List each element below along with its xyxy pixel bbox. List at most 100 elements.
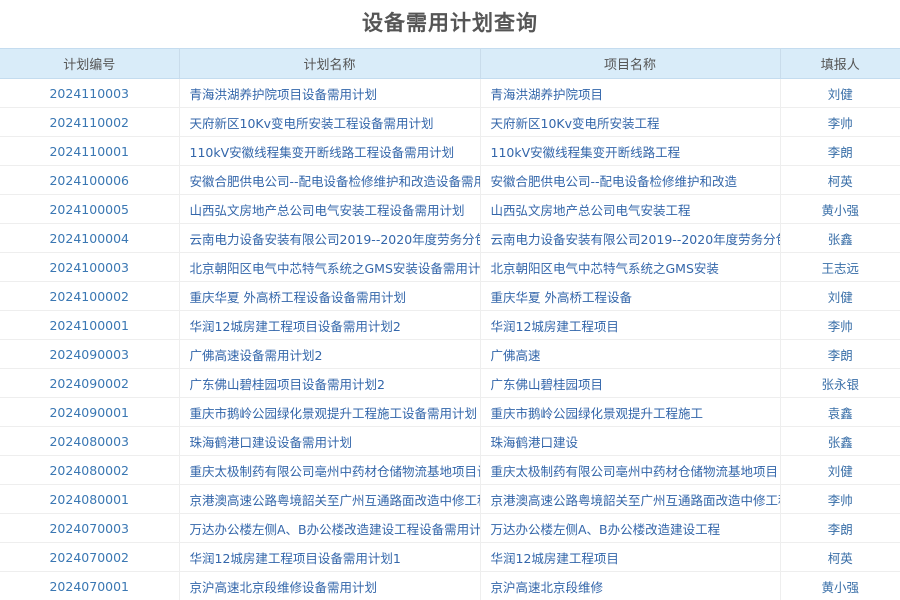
table-row[interactable]: 2024110001 110kV安徽线程集变开断线路工程设备需用计划 110kV安徽…	[0, 136, 900, 166]
reporter-cell[interactable]: 刘健	[780, 78, 900, 108]
plan-name-cell[interactable]: 重庆华夏 外高桥工程设备设备需用计划	[179, 281, 481, 311]
plan-code-cell[interactable]: 2024100005	[0, 194, 180, 224]
project-name-cell[interactable]: 天府新区10Kv变电所安装工程	[480, 107, 781, 137]
table-row[interactable]: 2024100005 山西弘文房地产总公司电气安装工程设备需用计划 山西弘文房地产总…	[0, 194, 900, 224]
plan-name-cell[interactable]: 山西弘文房地产总公司电气安装工程设备需用计划	[179, 194, 481, 224]
table-header-row: 计划编号 计划名称 项目名称 填报人	[0, 48, 900, 79]
table-row[interactable]: 2024110003 青海洪湖养护院项目设备需用计划 青海洪湖养护院项目 刘健	[0, 78, 900, 108]
plan-code-cell[interactable]: 2024090002	[0, 368, 180, 398]
plan-code-cell[interactable]: 2024110003	[0, 78, 180, 108]
plan-code-cell[interactable]: 2024100003	[0, 252, 180, 282]
project-name-cell[interactable]: 万达办公楼左侧A、B办公楼改造建设工程	[480, 513, 781, 543]
project-name-cell[interactable]: 重庆太极制药有限公司亳州中药材仓储物流基地项目	[480, 455, 781, 485]
project-name-cell[interactable]: 广佛高速	[480, 339, 781, 369]
project-name-cell[interactable]: 华润12城房建工程项目	[480, 542, 781, 572]
plan-code-cell[interactable]: 2024100006	[0, 165, 180, 195]
plan-name-cell[interactable]: 重庆太极制药有限公司亳州中药材仓储物流基地项目设备需用计划	[179, 455, 481, 485]
plan-name-cell[interactable]: 广佛高速设备需用计划2	[179, 339, 481, 369]
plan-code-cell[interactable]: 2024070002	[0, 542, 180, 572]
reporter-cell[interactable]: 张鑫	[780, 223, 900, 253]
reporter-cell[interactable]: 黄小强	[780, 571, 900, 600]
plan-name-cell[interactable]: 京港澳高速公路粤境韶关至广州互通路面改造中修工程设备需用计划	[179, 484, 481, 514]
plan-code-cell[interactable]: 2024110001	[0, 136, 180, 166]
plan-code-cell[interactable]: 2024100002	[0, 281, 180, 311]
project-name-cell[interactable]: 重庆华夏 外高桥工程设备	[480, 281, 781, 311]
plan-name-cell[interactable]: 110kV安徽线程集变开断线路工程设备需用计划	[179, 136, 481, 166]
project-name-cell[interactable]: 京沪高速北京段维修	[480, 571, 781, 600]
plan-code-cell[interactable]: 2024100001	[0, 310, 180, 340]
table-row[interactable]: 2024100006 安徽合肥供电公司--配电设备检修维护和改造设备需用计划 安徽合…	[0, 165, 900, 195]
plan-name-cell[interactable]: 青海洪湖养护院项目设备需用计划	[179, 78, 481, 108]
plan-name-cell[interactable]: 重庆市鹅岭公园绿化景观提升工程施工设备需用计划	[179, 397, 481, 427]
table-row[interactable]: 2024070003 万达办公楼左侧A、B办公楼改造建设工程设备需用计划 万达办公楼…	[0, 513, 900, 543]
table-row[interactable]: 2024100001 华润12城房建工程项目设备需用计划2 华润12城房建工程项目李…	[0, 310, 900, 340]
plan-name-cell[interactable]: 北京朝阳区电气中芯特气系统之GMS安装设备需用计划	[179, 252, 481, 282]
table-row[interactable]: 2024090002 广东佛山碧桂园项目设备需用计划2 广东佛山碧桂园项目 张永银	[0, 368, 900, 398]
project-name-cell[interactable]: 重庆市鹅岭公园绿化景观提升工程施工	[480, 397, 781, 427]
plan-name-cell[interactable]: 京沪高速北京段维修设备需用计划	[179, 571, 481, 600]
project-name-cell[interactable]: 广东佛山碧桂园项目	[480, 368, 781, 398]
column-header-plan-name[interactable]: 计划名称	[179, 48, 481, 79]
table-row[interactable]: 2024100004云南电力设备安装有限公司2019--2020年度劳务分包设备…	[0, 223, 900, 253]
table-row[interactable]: 2024090003 广佛高速设备需用计划2 广佛高速 李朗	[0, 339, 900, 369]
table-row[interactable]: 2024110002 天府新区10Kv变电所安装工程设备需用计划 天府新区10Kv变…	[0, 107, 900, 137]
project-name-cell[interactable]: 110kV安徽线程集变开断线路工程	[480, 136, 781, 166]
reporter-cell[interactable]: 刘健	[780, 455, 900, 485]
project-name-cell[interactable]: 珠海鹤港口建设	[480, 426, 781, 456]
plan-name-cell[interactable]: 珠海鹤港口建设设备需用计划	[179, 426, 481, 456]
table-body: 2024110003 青海洪湖养护院项目设备需用计划 青海洪湖养护院项目 刘健 2024…	[0, 78, 900, 600]
table-row[interactable]: 2024080003 珠海鹤港口建设设备需用计划 珠海鹤港口建设 张鑫	[0, 426, 900, 456]
plan-code-cell[interactable]: 2024080001	[0, 484, 180, 514]
plan-code-cell[interactable]: 2024070001	[0, 571, 180, 600]
plan-code-cell[interactable]: 2024080002	[0, 455, 180, 485]
plan-name-cell[interactable]: 万达办公楼左侧A、B办公楼改造建设工程设备需用计划	[179, 513, 481, 543]
project-name-cell[interactable]: 北京朝阳区电气中芯特气系统之GMS安装	[480, 252, 781, 282]
table-row[interactable]: 2024070002 华润12城房建工程项目设备需用计划1 华润12城房建工程项目柯…	[0, 542, 900, 572]
plan-code-cell[interactable]: 2024100004	[0, 223, 180, 253]
reporter-cell[interactable]: 袁鑫	[780, 397, 900, 427]
table-row[interactable]: 2024100002 重庆华夏 外高桥工程设备设备需用计划 重庆华夏 外高桥工程设备…	[0, 281, 900, 311]
plan-name-cell[interactable]: 华润12城房建工程项目设备需用计划1	[179, 542, 481, 572]
plan-table: 计划编号 计划名称 项目名称 填报人 2024110003 青海洪湖养护院项目设备…	[0, 48, 900, 600]
table-row[interactable]: 2024100003 北京朝阳区电气中芯特气系统之GMS安装设备需用计划 北京朝阳区…	[0, 252, 900, 282]
page-title: 设备需用计划查询	[362, 11, 538, 35]
project-name-cell[interactable]: 青海洪湖养护院项目	[480, 78, 781, 108]
project-name-cell[interactable]: 山西弘文房地产总公司电气安装工程	[480, 194, 781, 224]
column-header-project-name[interactable]: 项目名称	[480, 48, 781, 79]
plan-name-cell[interactable]: 广东佛山碧桂园项目设备需用计划2	[179, 368, 481, 398]
plan-name-cell[interactable]: 云南电力设备安装有限公司2019--2020年度劳务分包设备需用计划	[179, 223, 481, 253]
table-row[interactable]: 2024090001 重庆市鹅岭公园绿化景观提升工程施工设备需用计划 重庆市鹅岭公园…	[0, 397, 900, 427]
project-name-cell[interactable]: 云南电力设备安装有限公司2019--2020年度劳务分包	[480, 223, 781, 253]
reporter-cell[interactable]: 柯英	[780, 542, 900, 572]
reporter-cell[interactable]: 李朗	[780, 513, 900, 543]
reporter-cell[interactable]: 张永银	[780, 368, 900, 398]
table-header: 计划编号 计划名称 项目名称 填报人	[0, 48, 900, 79]
column-header-plan-code[interactable]: 计划编号	[0, 48, 180, 79]
reporter-cell[interactable]: 李帅	[780, 310, 900, 340]
plan-code-cell[interactable]: 2024080003	[0, 426, 180, 456]
project-name-cell[interactable]: 华润12城房建工程项目	[480, 310, 781, 340]
project-name-cell[interactable]: 安徽合肥供电公司--配电设备检修维护和改造	[480, 165, 781, 195]
table-row[interactable]: 2024080002重庆太极制药有限公司亳州中药材仓储物流基地项目设备需用计划重…	[0, 455, 900, 485]
column-header-reporter[interactable]: 填报人	[780, 48, 900, 79]
plan-code-cell[interactable]: 2024070003	[0, 513, 180, 543]
project-name-cell[interactable]: 京港澳高速公路粤境韶关至广州互通路面改造中修工程	[480, 484, 781, 514]
table-row[interactable]: 2024070001 京沪高速北京段维修设备需用计划 京沪高速北京段维修 黄小强	[0, 571, 900, 600]
plan-name-cell[interactable]: 天府新区10Kv变电所安装工程设备需用计划	[179, 107, 481, 137]
reporter-cell[interactable]: 李朗	[780, 339, 900, 369]
plan-name-cell[interactable]: 华润12城房建工程项目设备需用计划2	[179, 310, 481, 340]
page: 设备需用计划查询 计划编号 计划名称 项目名称 填报人 2024110003 青海…	[0, 0, 900, 600]
reporter-cell[interactable]: 张鑫	[780, 426, 900, 456]
plan-code-cell[interactable]: 2024090001	[0, 397, 180, 427]
plan-code-cell[interactable]: 2024090003	[0, 339, 180, 369]
reporter-cell[interactable]: 刘健	[780, 281, 900, 311]
reporter-cell[interactable]: 李朗	[780, 136, 900, 166]
reporter-cell[interactable]: 柯英	[780, 165, 900, 195]
plan-name-cell[interactable]: 安徽合肥供电公司--配电设备检修维护和改造设备需用计划	[179, 165, 481, 195]
plan-code-cell[interactable]: 2024110002	[0, 107, 180, 137]
reporter-cell[interactable]: 王志远	[780, 252, 900, 282]
reporter-cell[interactable]: 黄小强	[780, 194, 900, 224]
reporter-cell[interactable]: 李帅	[780, 107, 900, 137]
reporter-cell[interactable]: 李帅	[780, 484, 900, 514]
table-row[interactable]: 2024080001京港澳高速公路粤境韶关至广州互通路面改造中修工程设备需用计划…	[0, 484, 900, 514]
